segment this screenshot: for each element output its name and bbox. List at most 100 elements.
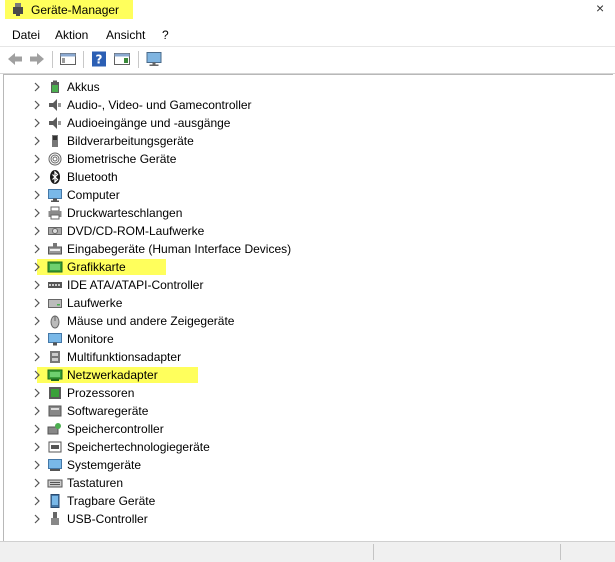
menu-help[interactable]: ? xyxy=(162,28,169,42)
menu-aktion[interactable]: Aktion xyxy=(55,28,88,42)
tree-node-label: Multifunktionsadapter xyxy=(67,350,182,364)
chevron-right-icon[interactable] xyxy=(32,438,42,456)
tree-node-label: Speichercontroller xyxy=(67,422,164,436)
multifunction-icon xyxy=(50,351,60,363)
chevron-right-icon[interactable] xyxy=(32,258,42,276)
properties-icon[interactable] xyxy=(59,50,77,68)
tree-node-label: Tastaturen xyxy=(67,476,124,490)
chevron-right-icon[interactable] xyxy=(32,222,42,240)
chevron-right-icon[interactable] xyxy=(32,384,42,402)
chevron-right-icon[interactable] xyxy=(32,186,42,204)
chevron-right-icon[interactable] xyxy=(32,492,42,510)
chevron-right-icon[interactable] xyxy=(32,348,42,366)
tree-node[interactable]: IDE ATA/ATAPI-Controller xyxy=(4,276,564,294)
tree-node[interactable]: Mäuse und andere Zeigegeräte xyxy=(4,312,564,330)
forward-arrow-icon[interactable] xyxy=(28,50,46,68)
tree-node-label: Biometrische Geräte xyxy=(67,152,177,166)
status-divider xyxy=(560,544,561,560)
chevron-right-icon[interactable] xyxy=(32,114,42,132)
battery-icon xyxy=(51,80,59,93)
title-bar: Geräte-Manager × xyxy=(0,0,615,22)
ide-controller-icon xyxy=(48,282,62,288)
tree-node[interactable]: Monitore xyxy=(4,330,564,348)
tree-node[interactable]: Tastaturen xyxy=(4,474,564,492)
tree-node[interactable]: Laufwerke xyxy=(4,294,564,312)
tree-node-label: Speichertechnologiegeräte xyxy=(67,440,210,454)
chevron-right-icon[interactable] xyxy=(32,132,42,150)
chevron-right-icon[interactable] xyxy=(32,168,42,186)
tree-node[interactable]: Eingabegeräte (Human Interface Devices) xyxy=(4,240,564,258)
tree-node-label: Grafikkarte xyxy=(67,260,126,274)
console-icon[interactable] xyxy=(113,50,131,68)
chevron-right-icon[interactable] xyxy=(32,96,42,114)
tree-node-label: Bluetooth xyxy=(67,170,118,184)
network-adapter-icon xyxy=(47,369,63,381)
chevron-right-icon[interactable] xyxy=(32,456,42,474)
help-icon[interactable]: ? xyxy=(90,50,108,68)
tree-node[interactable]: Grafikkarte xyxy=(4,258,564,276)
tree-node[interactable]: Softwaregeräte xyxy=(4,402,564,420)
chevron-right-icon[interactable] xyxy=(32,150,42,168)
chevron-right-icon[interactable] xyxy=(32,510,42,528)
chevron-right-icon[interactable] xyxy=(32,276,42,294)
tree-node-label: Prozessoren xyxy=(67,386,135,400)
tree-node-label: Tragbare Geräte xyxy=(67,494,156,508)
tree-node[interactable]: Biometrische Geräte xyxy=(4,150,564,168)
mouse-icon xyxy=(50,315,60,329)
status-divider xyxy=(373,544,374,560)
tree-node[interactable]: Bluetooth xyxy=(4,168,564,186)
tree-node-label: Systemgeräte xyxy=(67,458,142,472)
toolbar: ? xyxy=(0,46,615,74)
toolbar-separator xyxy=(138,51,139,68)
tree-node[interactable]: Speichertechnologiegeräte xyxy=(4,438,564,456)
tree-node[interactable]: Druckwarteschlangen xyxy=(4,204,564,222)
tree-node-label: Akkus xyxy=(67,80,100,94)
tree-node-label: Monitore xyxy=(67,332,114,346)
chevron-right-icon[interactable] xyxy=(32,204,42,222)
tree-node-label: Laufwerke xyxy=(67,296,123,310)
tree-node[interactable]: Bildverarbeitungsgeräte xyxy=(4,132,564,150)
tree-node-label: Bildverarbeitungsgeräte xyxy=(67,134,194,148)
tree-node-label: DVD/CD-ROM-Laufwerke xyxy=(67,224,205,238)
chevron-right-icon[interactable] xyxy=(32,78,42,96)
tree-node[interactable]: Audioeingänge und -ausgänge xyxy=(4,114,564,132)
chevron-right-icon[interactable] xyxy=(32,366,42,384)
tree-node-label: Audio-, Video- und Gamecontroller xyxy=(67,98,252,112)
chevron-right-icon[interactable] xyxy=(32,240,42,258)
tree-node-label: Druckwarteschlangen xyxy=(67,206,183,220)
tree-node[interactable]: Systemgeräte xyxy=(4,456,564,474)
tree-node-label: USB-Controller xyxy=(67,512,148,526)
tree-node[interactable]: Speichercontroller xyxy=(4,420,564,438)
chevron-right-icon[interactable] xyxy=(32,474,42,492)
svg-text:?: ? xyxy=(96,53,103,67)
back-arrow-icon[interactable] xyxy=(6,50,24,68)
tree-node-label: IDE ATA/ATAPI-Controller xyxy=(67,278,204,292)
close-button[interactable]: × xyxy=(596,0,604,16)
chevron-right-icon[interactable] xyxy=(32,330,42,348)
tree-node[interactable]: Audio-, Video- und Gamecontroller xyxy=(4,96,564,114)
camera-icon xyxy=(52,135,58,147)
tree-node[interactable]: Tragbare Geräte xyxy=(4,492,564,510)
tree-node[interactable]: USB-Controller xyxy=(4,510,564,528)
tree-node[interactable]: Prozessoren xyxy=(4,384,564,402)
device-tree[interactable]: Akkus Audio-, Video- und Gamecontroller Au… xyxy=(3,74,613,543)
chevron-right-icon[interactable] xyxy=(32,294,42,312)
tree-node[interactable]: Akkus xyxy=(4,78,564,96)
tree-node[interactable]: Multifunktionsadapter xyxy=(4,348,564,366)
tree-node[interactable]: DVD/CD-ROM-Laufwerke xyxy=(4,222,564,240)
menu-datei[interactable]: Datei xyxy=(12,28,40,42)
chevron-right-icon[interactable] xyxy=(32,312,42,330)
chevron-right-icon[interactable] xyxy=(32,402,42,420)
tree-node-label: Softwaregeräte xyxy=(67,404,149,418)
disc-drive-icon xyxy=(48,227,62,235)
chevron-right-icon[interactable] xyxy=(32,420,42,438)
monitor-icon[interactable] xyxy=(145,50,163,68)
tree-node[interactable]: Netzwerkadapter xyxy=(4,366,564,384)
bluetooth-icon xyxy=(50,170,60,184)
tree-node[interactable]: Computer xyxy=(4,186,564,204)
tree-node-label: Mäuse und andere Zeigegeräte xyxy=(67,314,235,328)
device-manager-icon xyxy=(13,3,23,16)
window-title: Geräte-Manager xyxy=(31,3,120,17)
menu-ansicht[interactable]: Ansicht xyxy=(106,28,145,42)
toolbar-separator xyxy=(83,51,84,68)
